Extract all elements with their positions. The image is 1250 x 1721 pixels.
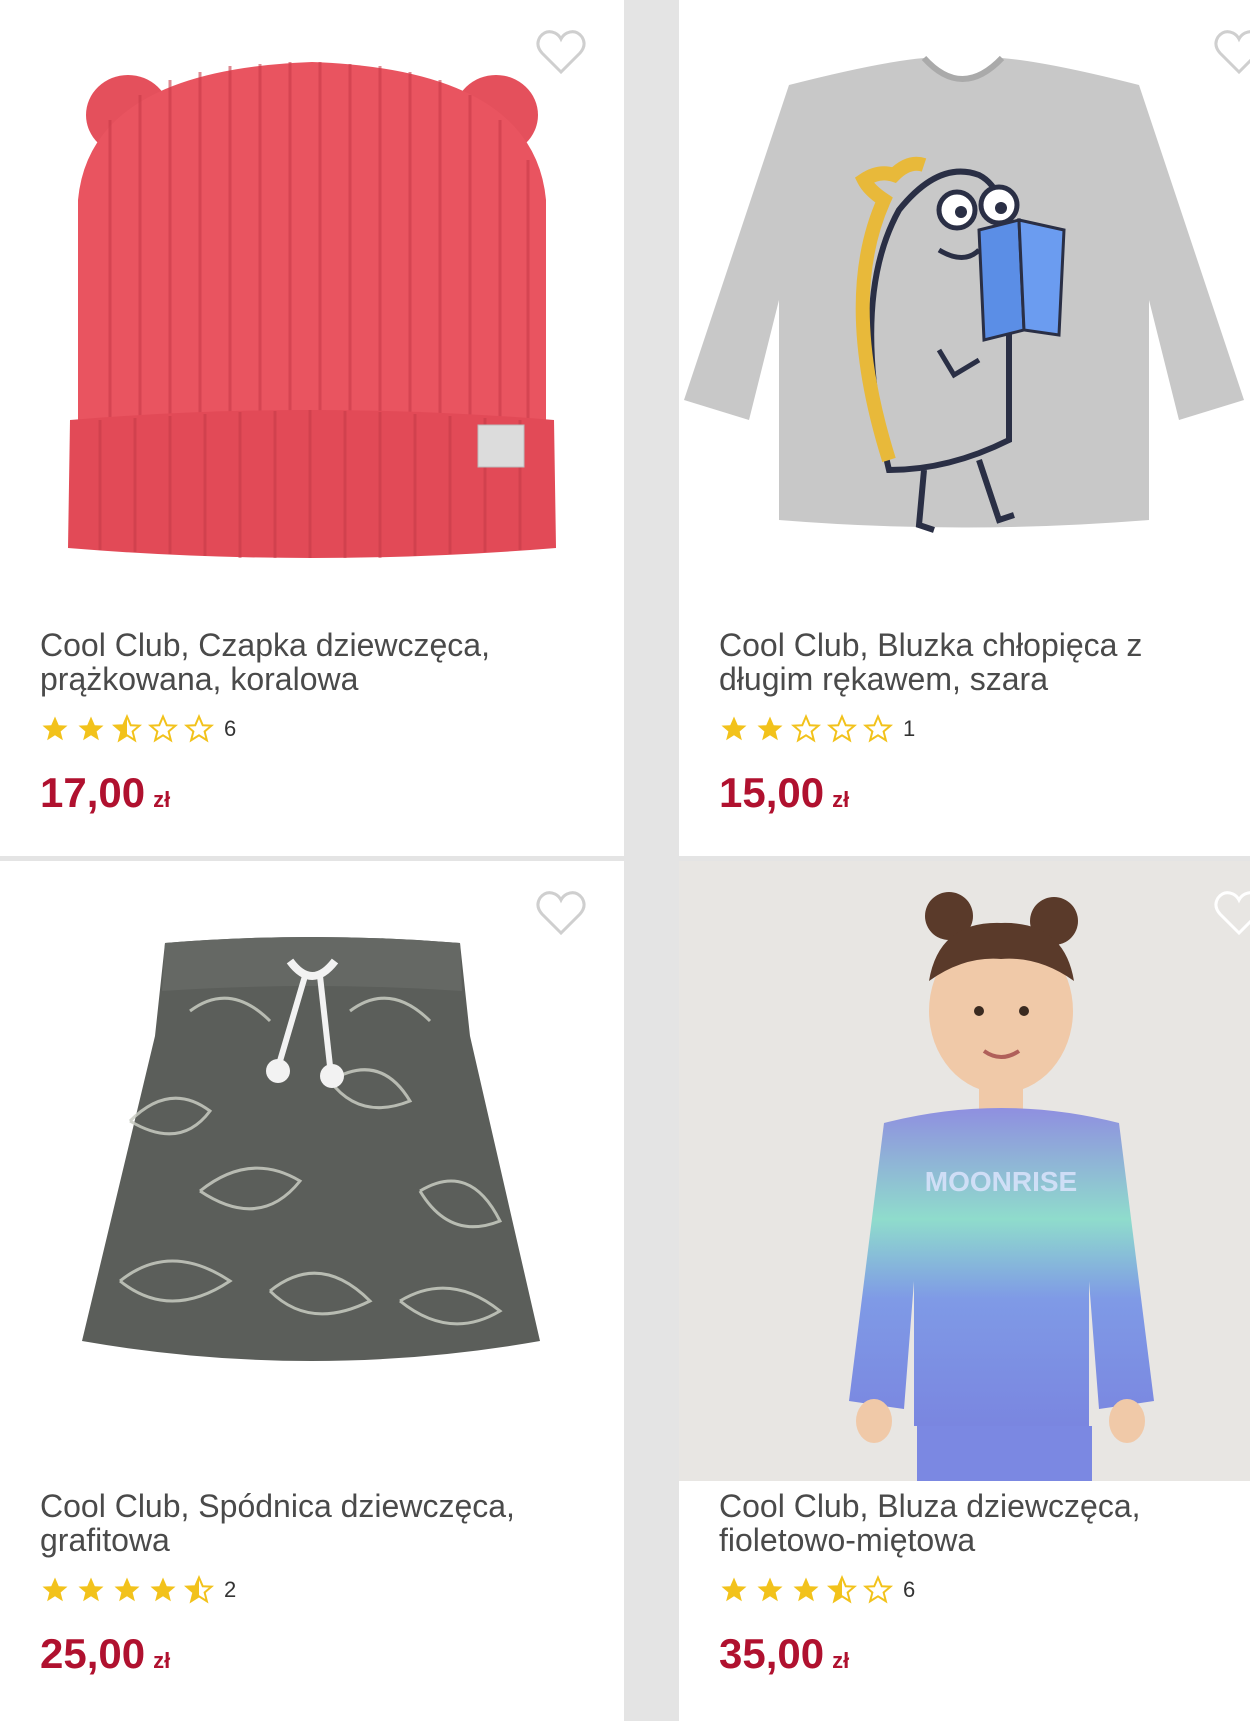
product-card[interactable]: Cool Club, Czapka dziewczęca, prążkowana…	[0, 0, 624, 856]
star-empty-icon	[184, 714, 214, 743]
star-full-icon	[150, 1577, 176, 1602]
star-half-icon	[112, 714, 142, 743]
price: 15,00 zł	[719, 768, 849, 825]
rating: 6	[719, 1575, 915, 1605]
star-half-icon	[827, 1575, 857, 1604]
product-image[interactable]	[679, 0, 1250, 600]
price-currency: zł	[832, 1648, 850, 1673]
heart-outline-icon[interactable]	[1213, 889, 1250, 937]
product-image[interactable]	[0, 861, 624, 1461]
review-count: 6	[903, 1577, 916, 1602]
price-currency: zł	[153, 1648, 171, 1673]
star-full-icon	[78, 1577, 104, 1602]
star-full-icon	[757, 716, 783, 741]
product-title-line1: Cool Club, Bluza dziewczęca,	[719, 1488, 1141, 1524]
rating: 1	[719, 714, 915, 744]
price-value: 25,00	[40, 1630, 146, 1677]
star-full-icon	[42, 1577, 68, 1602]
star-empty-icon	[863, 714, 893, 743]
product-title[interactable]: Cool Club, Bluzka chłopięca z długim ręk…	[719, 628, 1239, 696]
price: 25,00 zł	[40, 1629, 170, 1686]
product-title-line2: długim rękawem, szara	[719, 661, 1048, 697]
product-card[interactable]: Cool Club, Spódnica dziewczęca, grafitow…	[0, 861, 624, 1721]
review-count: 6	[224, 716, 237, 741]
star-empty-icon	[791, 714, 821, 743]
star-full-icon	[757, 1577, 783, 1602]
star-empty-icon	[148, 714, 178, 743]
star-full-icon	[114, 1577, 140, 1602]
product-title[interactable]: Cool Club, Czapka dziewczęca, prążkowana…	[40, 628, 560, 696]
star-full-icon	[793, 1577, 819, 1602]
star-full-icon	[42, 716, 68, 741]
product-card[interactable]: MOONRISE Cool Club, Bluza dziewczęca, fi…	[679, 861, 1250, 1721]
svg-text:MOONRISE: MOONRISE	[925, 1166, 1077, 1197]
product-title-line2: grafitowa	[40, 1522, 170, 1558]
product-title-line1: Cool Club, Bluzka chłopięca z	[719, 627, 1143, 663]
star-full-icon	[721, 1577, 747, 1602]
product-image[interactable]: MOONRISE	[679, 861, 1250, 1481]
product-title-line2: prążkowana, koralowa	[40, 661, 359, 697]
heart-outline-icon[interactable]	[535, 28, 587, 76]
product-title-line1: Cool Club, Spódnica dziewczęca,	[40, 1488, 515, 1524]
review-count: 1	[903, 716, 916, 741]
price-currency: zł	[153, 787, 171, 812]
star-full-icon	[78, 716, 104, 741]
heart-outline-icon[interactable]	[1213, 28, 1250, 76]
star-empty-icon	[863, 1575, 893, 1604]
rating: 2	[40, 1575, 236, 1605]
product-title-line1: Cool Club, Czapka dziewczęca,	[40, 627, 490, 663]
star-empty-icon	[827, 714, 857, 743]
price: 17,00 zł	[40, 768, 170, 825]
price-value: 15,00	[719, 769, 825, 816]
product-image[interactable]	[0, 0, 624, 600]
star-full-icon	[721, 716, 747, 741]
heart-outline-icon[interactable]	[535, 889, 587, 937]
review-count: 2	[224, 1577, 237, 1602]
product-title-line2: fioletowo-miętowa	[719, 1522, 976, 1558]
star-half-icon	[184, 1575, 214, 1604]
product-card[interactable]: Cool Club, Bluzka chłopięca z długim ręk…	[679, 0, 1250, 856]
product-title[interactable]: Cool Club, Bluza dziewczęca, fioletowo-m…	[719, 1489, 1239, 1557]
price-value: 17,00	[40, 769, 146, 816]
price-value: 35,00	[719, 1630, 825, 1677]
product-title[interactable]: Cool Club, Spódnica dziewczęca, grafitow…	[40, 1489, 560, 1557]
price: 35,00 zł	[719, 1629, 849, 1686]
rating: 6	[40, 714, 236, 744]
price-currency: zł	[832, 787, 850, 812]
